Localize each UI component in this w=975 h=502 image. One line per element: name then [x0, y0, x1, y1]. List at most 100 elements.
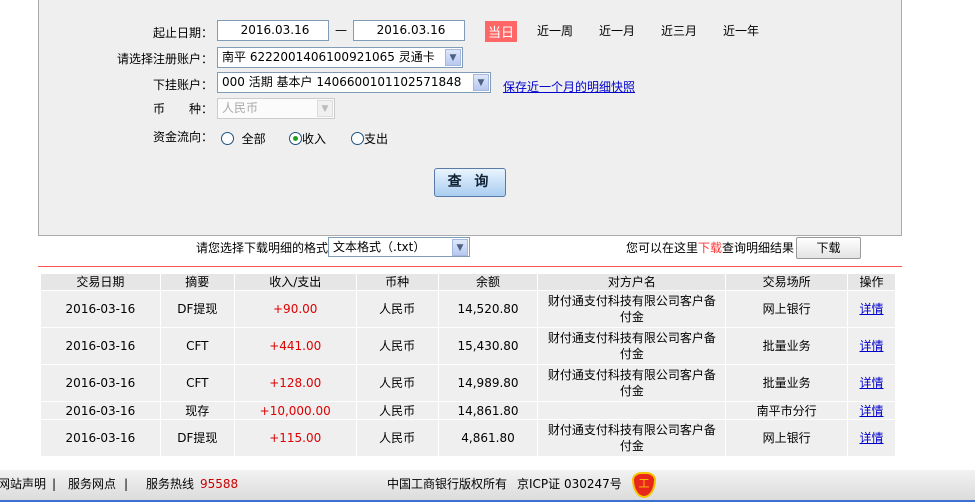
hint-text: 您可以在这里: [626, 241, 699, 255]
flow-all[interactable]: 全部: [221, 130, 266, 147]
footer-sep: |: [52, 477, 57, 491]
table-cell: 人民币: [355, 419, 439, 457]
table-cell: CFT: [159, 364, 235, 402]
format-label: 请您选择下载明细的格式: [196, 241, 329, 255]
radio-icon[interactable]: [351, 132, 364, 145]
table-cell: 财付通支付科技有限公司客户备付金: [537, 327, 727, 365]
quick-month[interactable]: 近一月: [599, 22, 635, 39]
format-select[interactable]: 文本格式（.txt） ▼: [328, 237, 470, 257]
chevron-down-icon: ▼: [452, 239, 468, 256]
table-cell: 详情: [847, 290, 896, 328]
footer-link-statement[interactable]: 网站声明: [0, 470, 46, 498]
sub-account-value: 000 活期 基本户 1406600101102571848: [222, 75, 462, 89]
table-row: 2016-03-16 DF提现 +90.00 人民币 14,520.80 财付通支付科技有…: [40, 290, 896, 328]
table-cell: +128.00: [233, 364, 357, 402]
column-header: 余额: [437, 273, 539, 291]
snapshot-link[interactable]: 保存近一个月的明细快照: [503, 78, 635, 95]
table-cell: 详情: [847, 419, 896, 457]
table-cell: 详情: [847, 364, 896, 402]
date-separator: —: [335, 23, 347, 37]
table-cell: 15,430.80: [437, 327, 539, 365]
table-cell: 批量业务: [725, 327, 848, 365]
account-label: 请选择注册账户：: [116, 52, 213, 66]
table-cell: 网上银行: [725, 290, 848, 328]
download-button[interactable]: 下载: [796, 237, 861, 259]
hint-download-word: 下载: [698, 241, 723, 255]
footer-link-outlets[interactable]: 服务网点: [68, 470, 116, 498]
sub-account-label: 下挂账户：: [152, 78, 213, 92]
table-cell: 网上银行: [725, 419, 848, 457]
flow-expense-label: 支出: [364, 132, 389, 146]
flow-income[interactable]: 收入: [289, 130, 326, 147]
quick-today[interactable]: 当日: [485, 21, 518, 42]
currency-label: 币 种：: [152, 102, 213, 116]
flow-expense[interactable]: 支出: [351, 130, 388, 147]
table-cell: 人民币: [355, 401, 439, 420]
column-header: 对方户名: [537, 273, 727, 291]
flow-label: 资金流向：: [152, 130, 213, 144]
column-header: 币种: [355, 273, 439, 291]
hotline-number: 95588: [200, 477, 239, 491]
table-cell: 2016-03-16: [40, 327, 161, 365]
date-label: 起止日期：: [152, 26, 213, 40]
table-row: 2016-03-16 CFT +441.00 人民币 15,430.80 财付通支付科技有…: [40, 327, 896, 365]
download-hint: 您可以在这里下载查询明细结果: [626, 239, 794, 256]
table-cell: 财付通支付科技有限公司客户备付金: [537, 290, 727, 328]
hotline-label: 服务热线: [146, 477, 195, 491]
currency-value: 人民币: [222, 101, 259, 115]
end-date-input[interactable]: 2016.03.16: [353, 20, 465, 41]
quick-3months[interactable]: 近三月: [661, 22, 697, 39]
table-cell: +10,000.00: [233, 401, 357, 420]
icp: 京ICP证 030247号: [517, 477, 622, 491]
table-cell: 14,520.80: [437, 290, 539, 328]
details-link[interactable]: 详情: [859, 339, 883, 353]
details-link[interactable]: 详情: [859, 302, 883, 316]
sub-account-select[interactable]: 000 活期 基本户 1406600101102571848 ▼: [217, 72, 491, 93]
quick-week[interactable]: 近一周: [537, 22, 573, 39]
table-cell: 人民币: [355, 364, 439, 402]
start-date-input[interactable]: 2016.03.16: [217, 20, 329, 41]
footer: 网站声明 | 服务网点 | 服务热线 95588 中国工商银行版权所有 京ICP…: [0, 470, 975, 502]
column-header: 操作: [847, 273, 896, 291]
copyright: 中国工商银行版权所有: [387, 477, 508, 491]
table-cell: 人民币: [355, 290, 439, 328]
radio-checked-icon[interactable]: [289, 132, 302, 145]
chevron-down-icon: ▼: [473, 74, 489, 91]
quick-year[interactable]: 近一年: [723, 22, 759, 39]
account-select[interactable]: 南平 6222001406100921065 灵通卡 ▼: [217, 47, 463, 68]
details-link[interactable]: 详情: [859, 431, 883, 445]
table-row: 2016-03-16 DF提现 +115.00 人民币 4,861.80 财付通支付科技有…: [40, 419, 896, 457]
query-form: 起止日期： 2016.03.16 — 2016.03.16 当日 近一周 近一月…: [38, 0, 902, 236]
table-cell: DF提现: [159, 290, 235, 328]
transactions-table: 交易日期 摘要 收入/支出 币种 余额 对方户名 交易场所 操作 2016-03-16 DF提现…: [40, 273, 896, 457]
flow-income-label: 收入: [302, 132, 327, 146]
table-cell: 人民币: [355, 327, 439, 365]
account-value: 南平 6222001406100921065 灵通卡: [222, 50, 435, 64]
table-cell: 批量业务: [725, 364, 848, 402]
table-cell: CFT: [159, 327, 235, 365]
table-row: 2016-03-16 现存 +10,000.00 人民币 14,861.80 南平市分行详…: [40, 401, 896, 420]
chevron-down-icon: ▼: [317, 100, 333, 117]
table-cell: +90.00: [233, 290, 357, 328]
details-link[interactable]: 详情: [859, 404, 883, 418]
table-row: 2016-03-16 CFT +128.00 人民币 14,989.80 财付通支付科技有…: [40, 364, 896, 402]
flow-all-label: 全部: [241, 132, 266, 146]
table-cell: 14,989.80: [437, 364, 539, 402]
footer-sep: |: [124, 477, 129, 491]
details-link[interactable]: 详情: [859, 376, 883, 390]
table-cell: 南平市分行: [725, 401, 848, 420]
table-cell: 财付通支付科技有限公司客户备付金: [537, 419, 727, 457]
table-cell: 详情: [847, 401, 896, 420]
table-cell: 2016-03-16: [40, 419, 161, 457]
table-cell: [537, 401, 727, 420]
national-emblem-icon: 工: [632, 472, 656, 498]
format-value: 文本格式（.txt）: [333, 240, 426, 254]
table-cell: 2016-03-16: [40, 290, 161, 328]
table-cell: 现存: [159, 401, 235, 420]
table-cell: +441.00: [233, 327, 357, 365]
query-button[interactable]: 查 询: [434, 168, 506, 197]
hint-text: 查询明细结果: [722, 241, 795, 255]
chevron-down-icon: ▼: [445, 49, 461, 66]
currency-select[interactable]: 人民币 ▼: [217, 98, 335, 119]
radio-icon[interactable]: [221, 132, 234, 145]
